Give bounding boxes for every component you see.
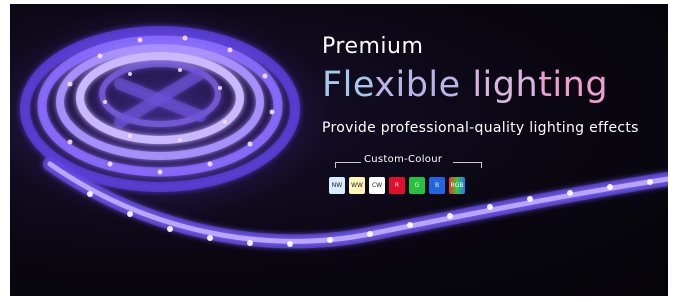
product-banner: Premium Flexible lighting Provide profes… <box>10 4 668 296</box>
swatch-cw: CW <box>369 177 385 194</box>
headline-part: xible <box>374 65 473 105</box>
divider <box>335 162 336 168</box>
custom-colour-label: Custom-Colour <box>364 154 443 165</box>
swatch-ww: WW <box>349 177 365 194</box>
divider <box>453 162 482 163</box>
swatch-rgb: RGB <box>449 177 465 194</box>
divider <box>481 162 482 168</box>
headline-premium: Premium <box>322 34 424 59</box>
headline-part: ting <box>538 65 609 105</box>
swatch-g: G <box>409 177 425 194</box>
headline-part: Fle <box>322 65 375 105</box>
swatch-b: B <box>429 177 445 194</box>
swatch-nw: NW <box>329 177 345 194</box>
swatch-r: R <box>389 177 405 194</box>
colour-swatches: NW WW CW R G B RGB <box>329 177 465 194</box>
headline-part: ligh <box>472 65 539 105</box>
divider <box>335 162 361 163</box>
headline-flexible-lighting: Flexible lighting <box>322 68 608 103</box>
tagline: Provide professional-quality lighting ef… <box>322 120 639 136</box>
